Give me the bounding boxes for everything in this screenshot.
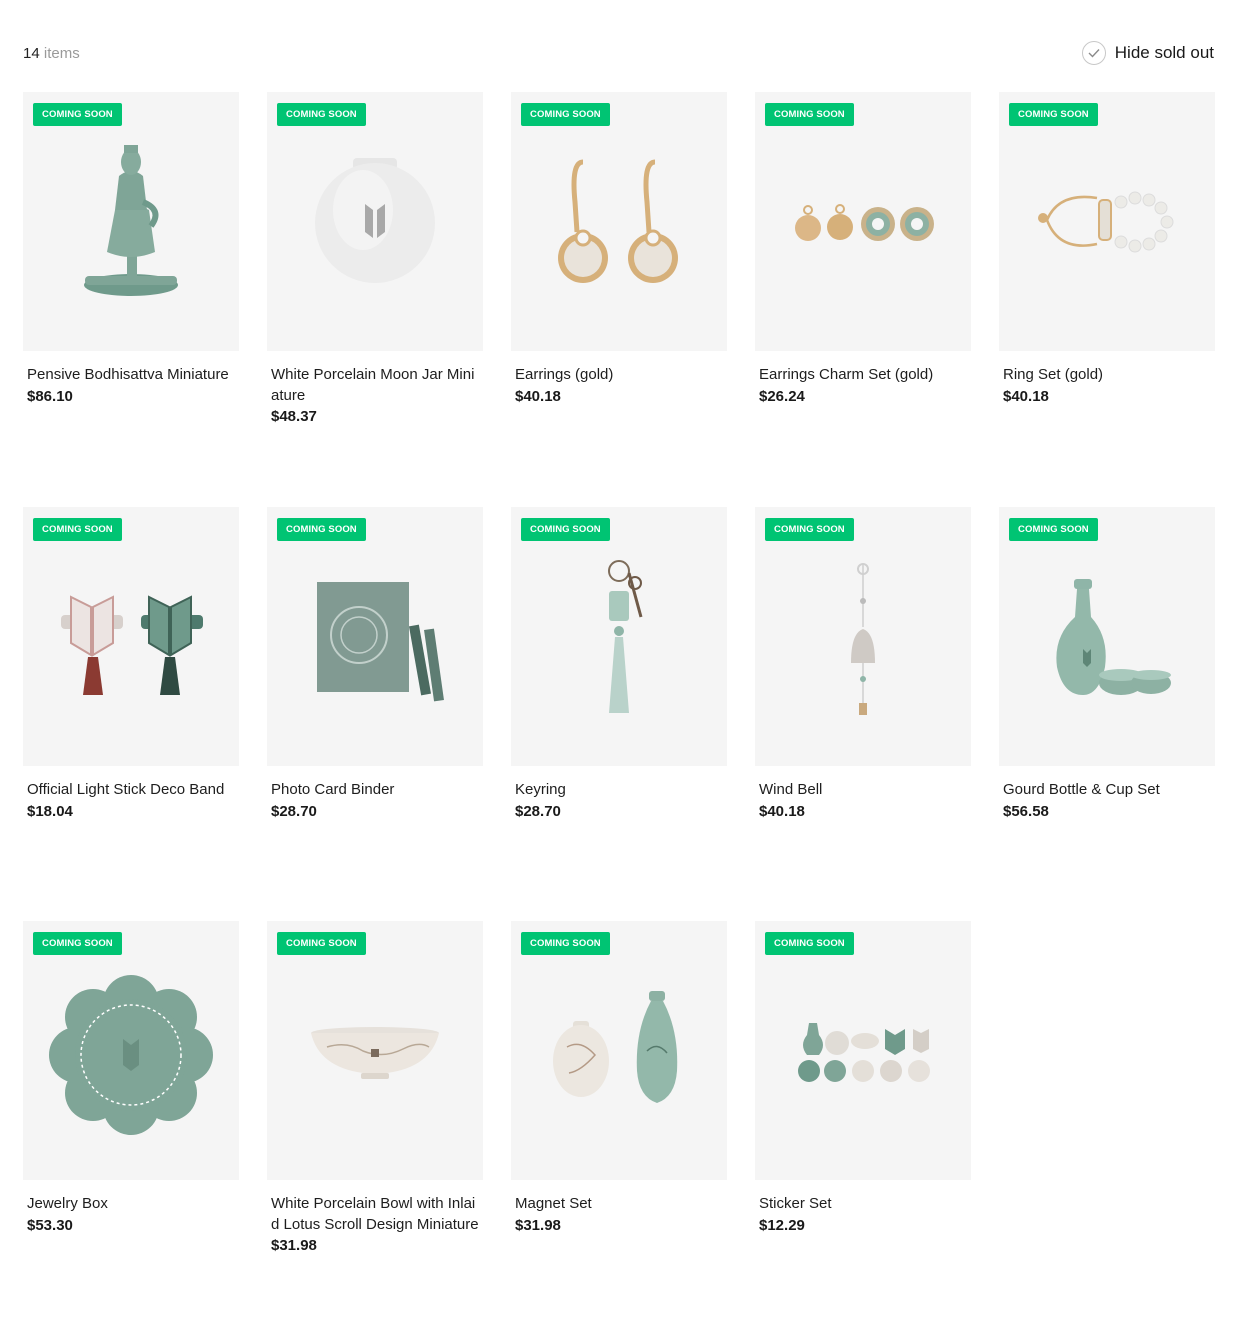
product-price: $48.37	[271, 408, 317, 425]
product-name[interactable]: Wind Bell	[759, 780, 967, 801]
product-name[interactable]: Earrings (gold)	[515, 365, 723, 386]
moon-jar-icon	[315, 158, 435, 283]
product-image[interactable]: COMING SOON	[755, 507, 971, 766]
toolbar: 14 items Hide sold out	[0, 0, 1250, 92]
product-name[interactable]: Jewelry Box	[27, 1194, 235, 1215]
product-image[interactable]: COMING SOON	[267, 921, 483, 1180]
product-name[interactable]: Keyring	[515, 780, 723, 801]
hide-sold-out-toggle[interactable]: Hide sold out	[1081, 41, 1214, 65]
product-card[interactable]: COMING SOON White Porcelain Bowl with In…	[267, 921, 483, 1254]
product-name[interactable]: Ring Set (gold)	[1003, 365, 1211, 386]
earrings-icon	[558, 159, 678, 283]
product-card[interactable]: COMING SOON Official Light Stick Deco Ba…	[23, 507, 239, 820]
product-name[interactable]: Sticker Set	[759, 1194, 967, 1215]
jewelry-box-icon	[49, 975, 213, 1135]
product-image[interactable]: COMING SOON	[755, 92, 971, 351]
product-name[interactable]: Earrings Charm Set (gold)	[759, 365, 967, 386]
product-name[interactable]: White Porcelain Bowl with Inlaid Lotus S…	[271, 1194, 479, 1235]
product-image[interactable]: COMING SOON	[511, 507, 727, 766]
product-price: $56.58	[1003, 802, 1049, 820]
item-count-number: 14	[23, 45, 40, 62]
product-card[interactable]: COMING SOON Earrings (gold) $40.18	[511, 92, 727, 405]
bodhisattva-figure-icon	[84, 145, 178, 296]
product-price: $40.18	[515, 387, 561, 405]
product-price: $26.24	[759, 387, 805, 405]
product-card[interactable]: COMING SOON Photo Card Binder $28.70	[267, 507, 483, 820]
product-price: $31.98	[515, 1216, 561, 1234]
item-count: 14 items	[23, 45, 80, 62]
product-price: $28.70	[271, 802, 317, 820]
gourd-bottle-icon	[1056, 579, 1171, 695]
product-name[interactable]: White Porcelain Moon Jar Miniature	[271, 365, 479, 406]
product-name[interactable]: Pensive Bodhisattva Miniature	[27, 365, 235, 386]
product-price: $40.18	[1003, 387, 1049, 405]
product-name[interactable]: Gourd Bottle & Cup Set	[1003, 780, 1211, 801]
item-count-unit: items	[43, 45, 80, 62]
charm-set-icon	[795, 204, 934, 241]
product-image[interactable]: COMING SOON	[511, 921, 727, 1180]
product-card[interactable]: COMING SOON Gourd Bottle & Cup Set $56.5…	[999, 507, 1215, 820]
product-image[interactable]: COMING SOON	[267, 92, 483, 351]
product-card[interactable]: COMING SOON Magnet Set $31.98	[511, 921, 727, 1234]
magnet-set-icon	[553, 991, 678, 1103]
product-image[interactable]: COMING SOON	[755, 921, 971, 1180]
deco-band-icon	[61, 595, 203, 695]
sticker-set-icon	[798, 1023, 930, 1082]
keyring-icon	[608, 560, 643, 713]
product-card[interactable]: COMING SOON Sticker Set $12.29	[755, 921, 971, 1234]
product-image[interactable]: COMING SOON	[23, 921, 239, 1180]
product-card[interactable]: COMING SOON Keyring $28.70	[511, 507, 727, 820]
product-card[interactable]: COMING SOON White Porcelain Moon Jar Min…	[267, 92, 483, 425]
product-card[interactable]: COMING SOON Jewelry Box $53.30	[23, 921, 239, 1234]
product-price: $86.10	[27, 387, 73, 405]
product-name[interactable]: Official Light Stick Deco Band	[27, 780, 235, 801]
product-image[interactable]: COMING SOON	[23, 92, 239, 351]
product-card[interactable]: COMING SOON Pensive Bodhisattva Miniatur…	[23, 92, 239, 405]
product-card[interactable]: COMING SOON Earrings Charm Set (gold) $2…	[755, 92, 971, 405]
product-price: $40.18	[759, 802, 805, 820]
checkmark-icon[interactable]	[1081, 41, 1106, 65]
product-image[interactable]: COMING SOON	[999, 92, 1215, 351]
product-image[interactable]: COMING SOON	[511, 92, 727, 351]
product-image[interactable]: COMING SOON	[999, 507, 1215, 766]
product-card[interactable]: COMING SOON Ring Set (gold) $40.18	[999, 92, 1215, 405]
product-card[interactable]: COMING SOON Wind Bell $40.18	[755, 507, 971, 820]
bowl-icon	[311, 1027, 439, 1079]
ring-set-icon	[1038, 191, 1174, 253]
product-price: $12.29	[759, 1216, 805, 1234]
product-price: $28.70	[515, 802, 561, 820]
product-image[interactable]: COMING SOON	[267, 507, 483, 766]
wind-bell-icon	[851, 563, 875, 715]
binder-icon	[317, 582, 444, 702]
product-price: $18.04	[27, 802, 73, 820]
product-name[interactable]: Magnet Set	[515, 1194, 723, 1215]
product-image[interactable]: COMING SOON	[23, 507, 239, 766]
product-price: $31.98	[271, 1237, 317, 1254]
product-price: $53.30	[27, 1216, 73, 1234]
product-name[interactable]: Photo Card Binder	[271, 780, 479, 801]
hide-sold-out-label[interactable]: Hide sold out	[1115, 43, 1214, 63]
